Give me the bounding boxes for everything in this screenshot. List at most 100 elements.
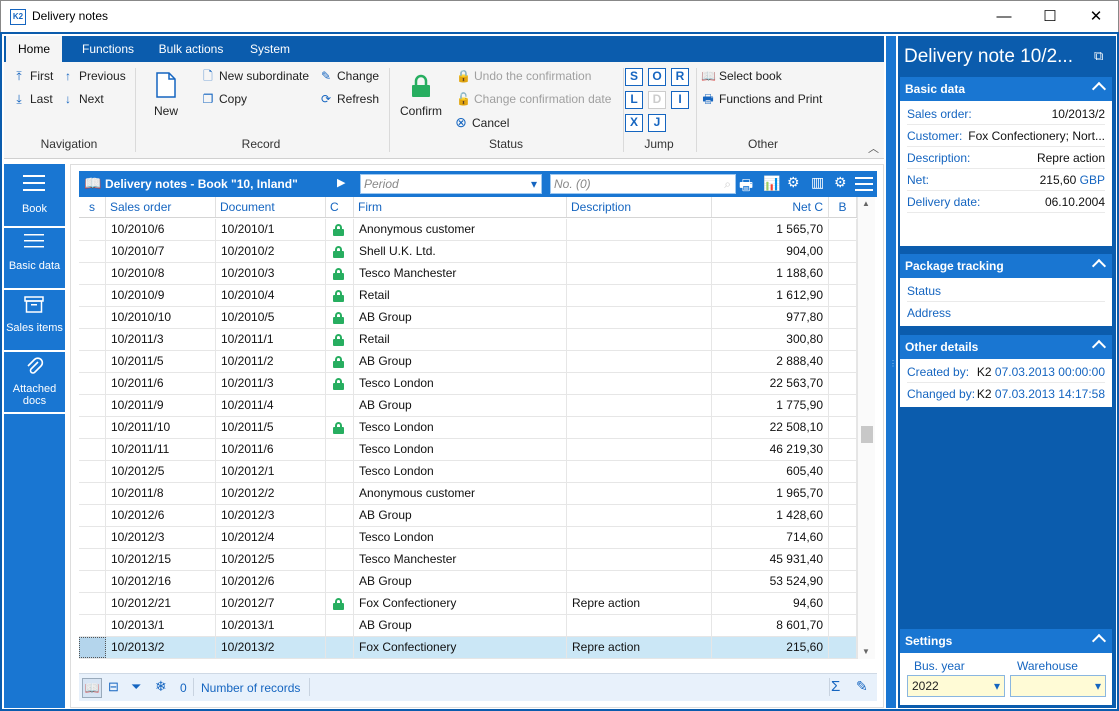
table-row[interactable]: 10/2013/1 10/2013/1 AB Group 8 601,70 [79, 615, 857, 637]
jump-d-button[interactable]: D [648, 91, 666, 109]
nav-sales-items[interactable]: Sales items [4, 290, 65, 350]
copy-button[interactable]: ❐ Copy [201, 89, 247, 109]
table-row[interactable]: 10/2011/9 10/2011/4 AB Group 1 775,90 [79, 395, 857, 417]
sum-icon[interactable]: Σ [831, 678, 840, 695]
table-row[interactable]: 10/2010/7 10/2010/2 Shell U.K. Ltd. 904,00 [79, 241, 857, 263]
minimize-button[interactable]: — [981, 1, 1027, 32]
search-icon[interactable]: ⌕ [724, 175, 731, 193]
last-button[interactable]: ⤓ Last [12, 89, 52, 109]
group-icon[interactable]: ⚙ [787, 174, 800, 191]
period-filter[interactable]: Period ▾ [360, 174, 542, 194]
maximize-button[interactable]: ☐ [1027, 1, 1073, 32]
col-s[interactable]: s [79, 197, 106, 217]
first-button[interactable]: ⤒ First [12, 66, 53, 86]
nav-attached-docs[interactable]: Attached docs [4, 352, 65, 412]
scroll-down-icon[interactable]: ▼ [862, 647, 870, 656]
other-details-header[interactable]: Other details [900, 335, 1112, 359]
table-row[interactable]: 10/2012/16 10/2012/6 AB Group 53 524,90 [79, 571, 857, 593]
table-row[interactable]: 10/2011/10 10/2011/5 Tesco London 22 508,10 [79, 417, 857, 439]
filter-icon[interactable]: ⏷ [131, 679, 141, 695]
table-row[interactable]: 10/2012/3 10/2012/4 Tesco London 714,60 [79, 527, 857, 549]
chart-icon[interactable]: 📊 [763, 175, 780, 192]
grid-scrollbar[interactable]: ▲ ▼ [857, 197, 875, 659]
table-row[interactable]: 10/2010/8 10/2010/3 Tesco Manchester 1 188,… [79, 263, 857, 285]
table-row[interactable]: 10/2012/5 10/2012/1 Tesco London 605,40 [79, 461, 857, 483]
jump-l-button[interactable]: L [625, 91, 643, 109]
jump-i-button[interactable]: I [671, 91, 689, 109]
jump-j-button[interactable]: J [648, 114, 666, 132]
jump-r-button[interactable]: R [671, 68, 689, 86]
confirm-button[interactable]: Confirm [396, 68, 446, 120]
table-row[interactable]: 10/2010/9 10/2010/4 Retail 1 612,90 [79, 285, 857, 307]
columns-icon[interactable]: ▥ [811, 174, 824, 191]
previous-button[interactable]: ↑ Previous [61, 66, 126, 86]
warehouse-select[interactable]: ▾ [1010, 675, 1106, 697]
table-row[interactable]: 10/2011/5 10/2011/2 AB Group 2 888,40 [79, 351, 857, 373]
chevron-down-icon[interactable]: ▾ [994, 676, 1000, 696]
undo-confirmation-button[interactable]: 🔒 Undo the confirmation [456, 66, 591, 86]
table-row[interactable]: 10/2010/6 10/2010/1 Anonymous customer 1 56… [79, 219, 857, 241]
chevron-up-icon[interactable] [1091, 339, 1107, 355]
select-book-button[interactable]: 📖 Select book [701, 66, 782, 86]
cancel-button[interactable]: ⊗ Cancel [454, 112, 509, 132]
basic-data-header[interactable]: Basic data [900, 77, 1112, 101]
chevron-down-icon[interactable]: ▾ [1095, 676, 1101, 696]
table-row[interactable]: 10/2013/2 10/2013/2 Fox Confectionery Repre… [79, 637, 857, 659]
table-row[interactable]: 10/2011/11 10/2011/6 Tesco London 46 219,30 [79, 439, 857, 461]
pencil-icon[interactable]: ✎ [856, 678, 868, 695]
refresh-button[interactable]: ⟳ Refresh [319, 89, 379, 109]
book-view-icon[interactable]: 📖 [82, 678, 102, 698]
nav-book[interactable]: Book [4, 164, 65, 226]
new-button[interactable]: New [146, 68, 186, 120]
scroll-thumb[interactable] [861, 426, 873, 443]
cell-s [79, 505, 106, 526]
settings-icon[interactable]: ⚙ [834, 174, 847, 191]
jump-o-button[interactable]: O [648, 68, 666, 86]
number-filter[interactable]: No. (0) ⌕ [550, 174, 736, 194]
jump-s-button[interactable]: S [625, 68, 643, 86]
table-row[interactable]: 10/2012/15 10/2012/5 Tesco Manchester 45 93… [79, 549, 857, 571]
next-button[interactable]: ↓ Next [61, 89, 104, 109]
col-b[interactable]: B [829, 197, 857, 217]
jump-x-button[interactable]: X [625, 114, 643, 132]
change-button[interactable]: ✎ Change [319, 66, 379, 86]
table-row[interactable]: 10/2012/6 10/2012/3 AB Group 1 428,60 [79, 505, 857, 527]
table-row[interactable]: 10/2011/8 10/2012/2 Anonymous customer 1 96… [79, 483, 857, 505]
tab-functions[interactable]: Functions [70, 36, 146, 62]
col-firm[interactable]: Firm [354, 197, 567, 217]
change-confirmation-date-button[interactable]: 🔓 Change confirmation date [456, 89, 611, 109]
table-row[interactable]: 10/2011/3 10/2011/1 Retail 300,80 [79, 329, 857, 351]
bus-year-select[interactable]: 2022 ▾ [907, 675, 1005, 697]
col-sales-order[interactable]: Sales order [106, 197, 216, 217]
panel-splitter[interactable]: ⋮ [886, 36, 897, 708]
popout-icon[interactable]: ⧉ [1094, 48, 1103, 64]
tab-bulk-actions[interactable]: Bulk actions [149, 36, 233, 62]
nav-basic-data[interactable]: Basic data [4, 228, 65, 288]
new-subordinate-button[interactable]: 🗋 New subordinate [201, 66, 309, 86]
snowflake-icon[interactable]: ❄ [155, 678, 167, 695]
scroll-up-icon[interactable]: ▲ [862, 199, 870, 208]
number-of-records-button[interactable]: Number of records [201, 681, 300, 695]
play-icon[interactable]: ▶ [337, 176, 345, 189]
col-document[interactable]: Document [216, 197, 326, 217]
collapse-ribbon-icon[interactable]: ︿ [868, 140, 879, 156]
col-description[interactable]: Description [567, 197, 712, 217]
box-icon[interactable]: ⊟ [108, 679, 119, 695]
cell-description [567, 483, 712, 504]
tab-system[interactable]: System [239, 36, 301, 62]
close-button[interactable]: ✕ [1073, 1, 1119, 32]
table-row[interactable]: 10/2012/21 10/2012/7 Fox Confectionery Repr… [79, 593, 857, 615]
chevron-up-icon[interactable] [1091, 81, 1107, 97]
settings-header[interactable]: Settings [900, 629, 1112, 653]
package-tracking-header[interactable]: Package tracking [900, 254, 1112, 278]
tab-home[interactable]: Home [6, 36, 62, 62]
chevron-down-icon[interactable]: ▾ [531, 175, 537, 193]
menu-icon[interactable] [855, 177, 873, 191]
chevron-up-icon[interactable] [1091, 633, 1107, 649]
table-row[interactable]: 10/2011/6 10/2011/3 Tesco London 22 563,70 [79, 373, 857, 395]
col-c[interactable]: C [326, 197, 354, 217]
functions-print-button[interactable]: 🖶 Functions and Print [701, 89, 822, 109]
chevron-up-icon[interactable] [1091, 258, 1107, 274]
table-row[interactable]: 10/2010/10 10/2010/5 AB Group 977,80 [79, 307, 857, 329]
col-net-c[interactable]: Net C [712, 197, 829, 217]
